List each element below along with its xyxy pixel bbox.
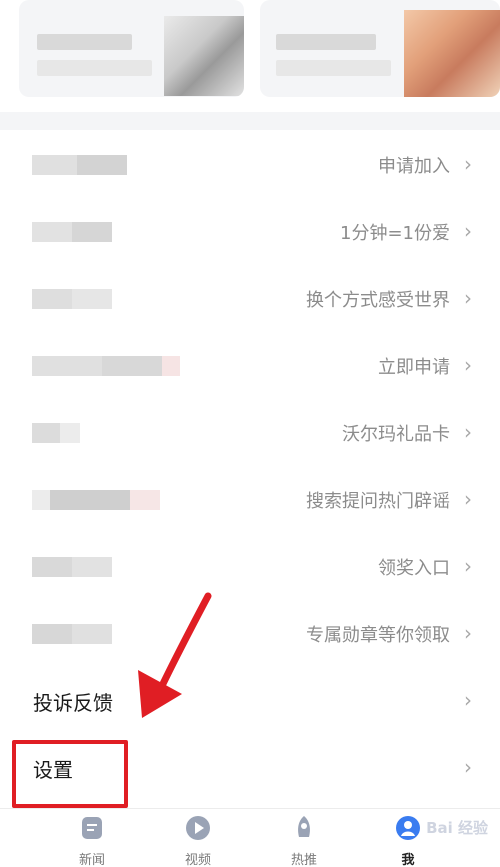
nav-label: 新闻 — [78, 853, 105, 867]
blurred-item-title — [32, 423, 80, 443]
menu-row[interactable]: 沃尔玛礼品卡 › — [0, 398, 500, 465]
play-icon — [186, 816, 210, 840]
baidu-watermark: Bai 经验 — [426, 819, 488, 837]
nav-label: 视频 — [184, 853, 211, 867]
row-subtitle: 沃尔玛礼品卡 — [342, 424, 450, 445]
chevron-right-icon: › — [464, 487, 472, 511]
blurred-item-title — [32, 155, 127, 175]
chevron-right-icon: › — [464, 420, 472, 444]
menu-row[interactable]: 专属勋章等你领取 › — [0, 599, 500, 666]
card-thumbnail — [164, 16, 244, 96]
nav-label: 热推 — [290, 853, 317, 867]
nav-tab-news[interactable]: 新闻 — [57, 815, 127, 867]
row-subtitle: 领奖入口 — [378, 558, 450, 579]
menu-row[interactable]: 搜索提问热门辟谣 › — [0, 465, 500, 532]
blurred-text — [37, 34, 132, 50]
menu-row[interactable]: 申请加入 › — [0, 130, 500, 197]
blurred-item-title — [32, 624, 112, 644]
row-subtitle: 1分钟=1份爱 — [340, 223, 450, 244]
chevron-right-icon: › — [464, 152, 472, 176]
promo-card-left[interactable] — [19, 0, 244, 97]
blurred-item-title — [32, 557, 112, 577]
chevron-right-icon: › — [464, 219, 472, 243]
chevron-right-icon: › — [464, 353, 472, 377]
blurred-text — [276, 60, 391, 76]
nav-tab-video[interactable]: 视频 — [163, 815, 233, 867]
promo-card-right[interactable] — [260, 0, 500, 97]
row-subtitle: 换个方式感受世界 — [306, 290, 450, 311]
rocket-icon — [298, 816, 310, 837]
chevron-right-icon: › — [464, 621, 472, 645]
menu-row[interactable]: 换个方式感受世界 › — [0, 264, 500, 331]
top-cards-area — [0, 0, 500, 112]
blurred-text — [37, 60, 152, 76]
chevron-right-icon: › — [464, 755, 472, 779]
chevron-right-icon: › — [464, 688, 472, 712]
row-subtitle: 搜索提问热门辟谣 — [306, 491, 450, 512]
menu-list: 申请加入 › 1分钟=1份爱 › 换个方式感受世界 › 立即申请 › 沃尔玛礼品… — [0, 130, 500, 800]
nav-tab-hot[interactable]: 热推 — [269, 815, 339, 867]
menu-row-feedback[interactable]: 投诉反馈 › — [0, 666, 500, 733]
menu-row[interactable]: 1分钟=1份爱 › — [0, 197, 500, 264]
blurred-item-title — [32, 289, 112, 309]
menu-row[interactable]: 领奖入口 › — [0, 532, 500, 599]
row-subtitle: 立即申请 — [378, 357, 450, 378]
annotation-arrow-icon — [138, 592, 212, 718]
feedback-label: 投诉反馈 — [33, 691, 113, 715]
bottom-nav: 新闻 视频 热推 我 Bai 经验 — [0, 808, 500, 867]
chevron-right-icon: › — [464, 554, 472, 578]
menu-row[interactable]: 立即申请 › — [0, 331, 500, 398]
card-thumbnail — [404, 10, 500, 97]
section-divider — [0, 112, 500, 130]
settings-highlight-box — [12, 740, 128, 808]
blurred-item-title — [32, 356, 180, 376]
news-icon — [82, 817, 102, 839]
blurred-text — [276, 34, 376, 50]
row-subtitle: 申请加入 — [378, 156, 450, 177]
nav-label: 我 — [401, 853, 415, 867]
blurred-item-title — [32, 490, 160, 510]
row-subtitle: 专属勋章等你领取 — [306, 625, 450, 646]
chevron-right-icon: › — [464, 286, 472, 310]
blurred-item-title — [32, 222, 112, 242]
profile-icon — [396, 816, 420, 840]
